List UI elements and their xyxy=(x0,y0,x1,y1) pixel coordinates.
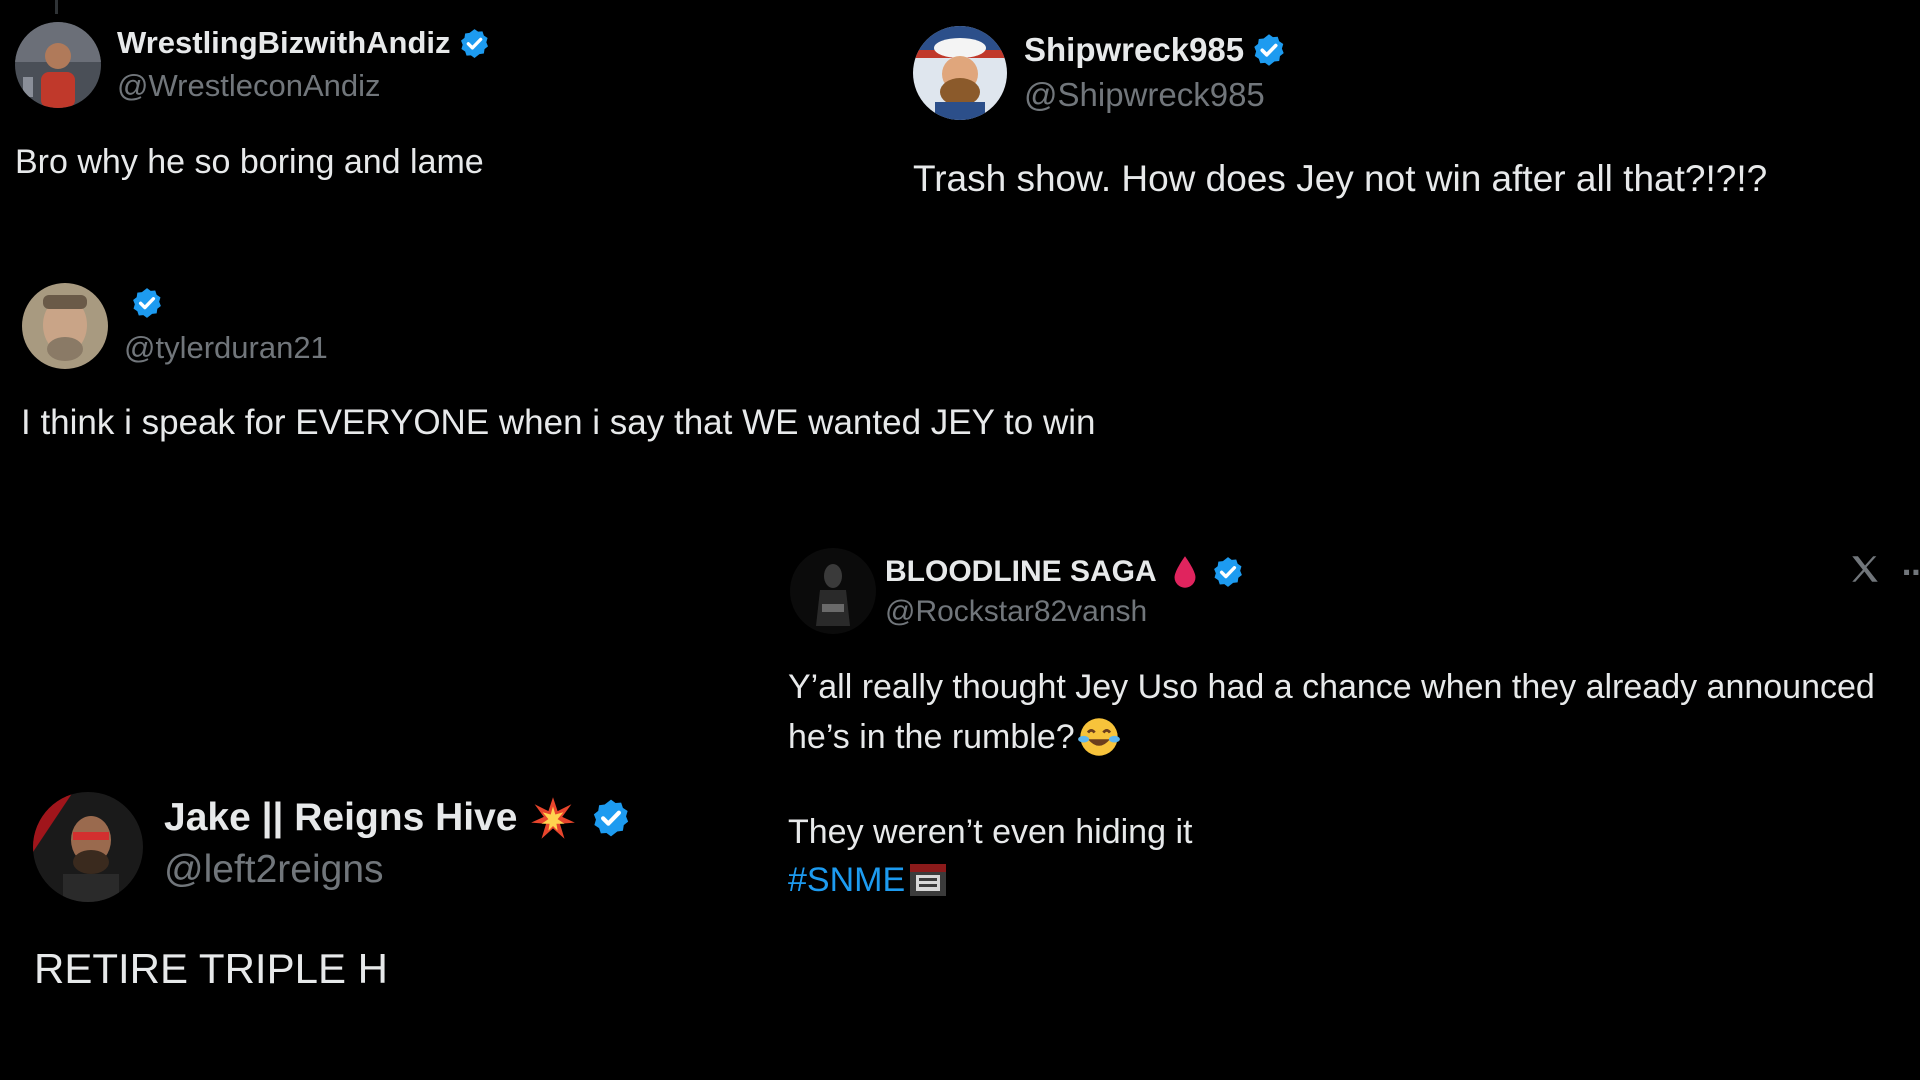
tweet-text-line-3: They weren’t even hiding it xyxy=(788,813,1193,851)
handle[interactable]: @tylerduran21 xyxy=(124,330,328,366)
tweet-text: Bro why he so boring and lame xyxy=(15,143,484,181)
handle[interactable]: @left2reigns xyxy=(164,848,384,892)
avatar[interactable] xyxy=(790,548,876,634)
avatar-image xyxy=(15,22,101,108)
verified-badge-icon xyxy=(1211,555,1245,589)
verified-badge-icon xyxy=(458,27,491,60)
avatar-image xyxy=(913,26,1007,120)
display-name[interactable]: WrestlingBizwithAndiz xyxy=(117,25,451,61)
avatar[interactable] xyxy=(33,792,143,902)
display-name[interactable]: Shipwreck985 xyxy=(1024,31,1244,69)
handle[interactable]: @Rockstar82vansh xyxy=(885,595,1147,629)
face-with-tears-of-joy-icon xyxy=(1077,715,1121,759)
verified-badge-icon xyxy=(130,286,164,320)
handle[interactable]: @WrestleconAndiz xyxy=(117,68,381,104)
tweet-text-line-2: he’s in the rumble? xyxy=(788,717,1075,756)
avatar[interactable] xyxy=(22,283,108,369)
drop-of-blood-icon xyxy=(1171,555,1199,589)
display-name[interactable]: Jake || Reigns Hive xyxy=(164,796,518,840)
tweet-text: RETIRE TRIPLE H xyxy=(34,945,388,992)
verified-badge-icon xyxy=(1251,32,1287,68)
avatar[interactable] xyxy=(913,26,1007,120)
more-options-icon[interactable]: ⋯ xyxy=(1902,556,1920,589)
avatar[interactable] xyxy=(15,22,101,108)
verified-badge-icon xyxy=(590,797,632,839)
tweet-text: I think i speak for EVERYONE when i say … xyxy=(21,403,1096,442)
hashtag-link[interactable]: #SNME xyxy=(788,861,905,900)
thread-line xyxy=(55,0,58,14)
avatar-image xyxy=(22,283,108,369)
display-name[interactable]: BLOODLINE SAGA xyxy=(885,555,1157,589)
handle[interactable]: @Shipwreck985 xyxy=(1024,76,1265,114)
tweet-text-line-1: Y’all really thought Jey Uso had a chanc… xyxy=(788,668,1875,706)
x-logo-icon[interactable] xyxy=(1848,552,1882,586)
tweet-text: Trash show. How does Jey not win after a… xyxy=(913,158,1768,199)
collision-icon xyxy=(530,795,576,841)
avatar-image xyxy=(790,548,876,634)
snme-logo-icon xyxy=(907,860,949,900)
avatar-image xyxy=(33,792,143,902)
